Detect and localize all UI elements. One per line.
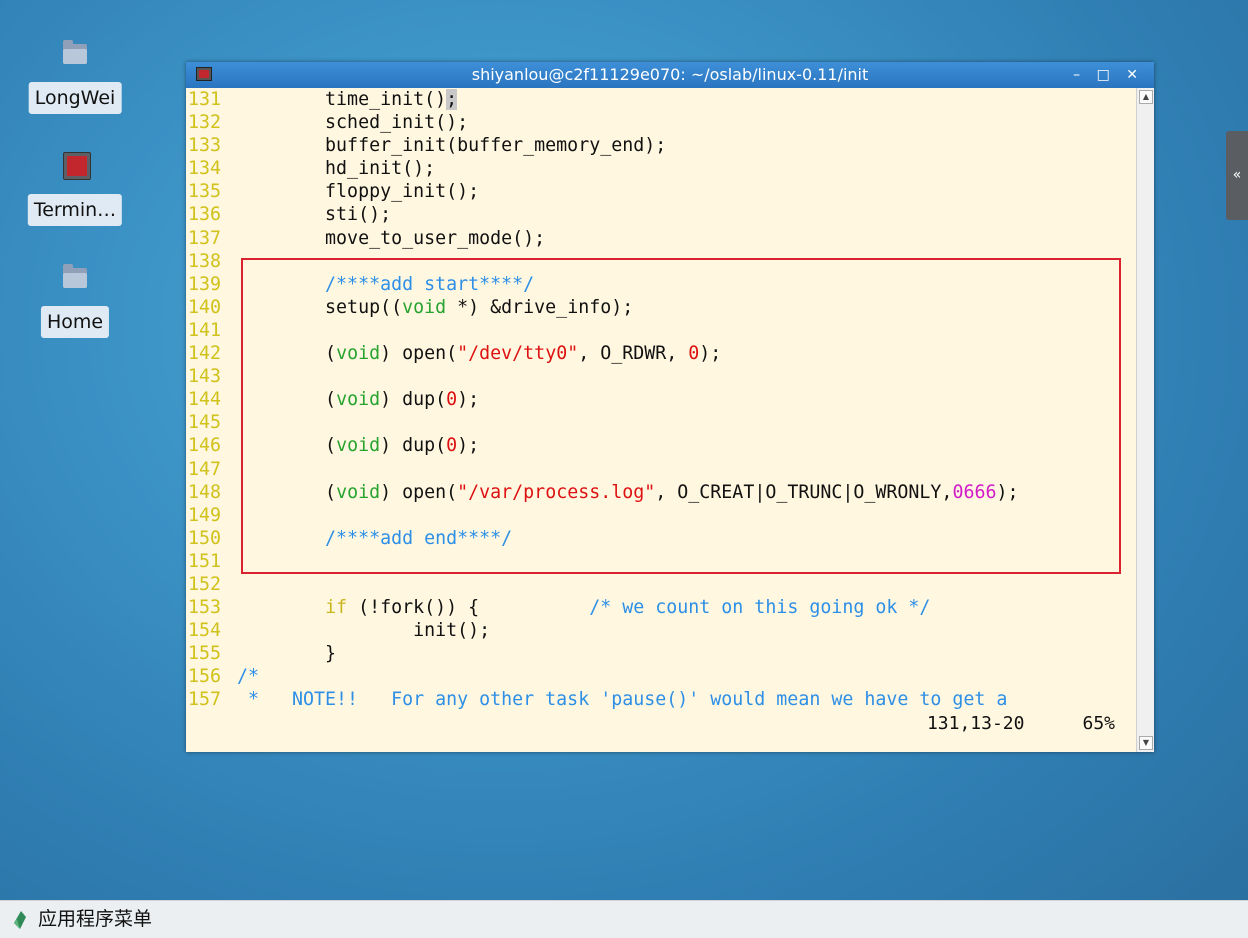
line-number: 139 [188,273,222,295]
line-text: sched_init(); [237,112,469,134]
line-text: floppy_init(); [237,181,480,203]
code-line[interactable]: 134 hd_init(); [186,157,1136,180]
code-line[interactable]: 156 /* [186,665,1136,688]
code-line[interactable]: 155 } [186,642,1136,665]
line-number: 150 [188,527,222,549]
code-line[interactable]: 152 [186,573,1136,596]
line-number: 133 [188,135,222,157]
line-text: hd_init(); [237,158,436,180]
line-number: 154 [188,620,222,642]
line-text: } [237,643,337,665]
close-button[interactable]: ✕ [1126,67,1144,83]
line-number: 155 [188,643,222,665]
desktop-icon-label: LongWei [28,82,122,114]
app-menu-icon[interactable] [12,911,26,929]
code-line[interactable]: 137 move_to_user_mode(); [186,227,1136,250]
code-line[interactable]: 136 sti(); [186,203,1136,226]
line-text: /* [237,666,260,688]
line-text: time_init(); [237,89,458,110]
window-title: shiyanlou@c2f11129e070: ~/oslab/linux-0.… [471,65,869,84]
code-line[interactable]: 154 init(); [186,619,1136,642]
maximize-button[interactable]: □ [1097,67,1116,83]
line-number: 137 [188,227,222,249]
code-line[interactable]: 133 buffer_init(buffer_memory_end); [186,134,1136,157]
minimize-button[interactable]: – [1073,67,1086,83]
scroll-percent: 65% [1082,713,1115,734]
app-menu-button[interactable]: 应用程序菜单 [38,907,152,931]
code-line[interactable]: 131 time_init(); [186,88,1136,111]
scroll-up-arrow-icon[interactable]: ▲ [1139,90,1153,104]
code-line[interactable]: 157 * NOTE!! For any other task 'pause()… [186,688,1136,711]
line-number: 144 [188,389,222,411]
collapse-panel-tab[interactable]: « [1226,131,1248,220]
cursor-position: 131,13-20 [926,713,1025,734]
line-number: 134 [188,158,222,180]
line-number: 153 [188,597,222,619]
desktop-icon-label: Termin… [27,194,123,226]
code-line[interactable]: 135 floppy_init(); [186,180,1136,203]
line-number: 142 [188,343,222,365]
line-text: init(); [237,620,491,642]
code-line[interactable]: 153 if (!fork()) { /* we count on this g… [186,596,1136,619]
desktop-icon-label: Home [40,306,110,338]
scroll-down-arrow-icon[interactable]: ▼ [1139,736,1153,750]
line-number: 146 [188,435,222,457]
line-number: 138 [188,250,222,272]
terminal-icon [196,67,212,81]
line-number: 135 [188,181,222,203]
line-number: 141 [188,319,222,341]
line-number: 131 [188,89,222,110]
line-text: buffer_init(buffer_memory_end); [237,135,667,157]
window-titlebar[interactable]: shiyanlou@c2f11129e070: ~/oslab/linux-0.… [186,62,1154,88]
line-number: 151 [188,550,222,572]
terminal-icon [63,152,91,180]
line-number: 148 [188,481,222,503]
vim-ruler: 131,13-20 65% [927,713,1115,734]
taskbar: 应用程序菜单 [0,900,1248,938]
folder-icon [63,40,87,64]
line-number: 157 [188,689,222,711]
line-text: move_to_user_mode(); [237,227,546,249]
line-number: 140 [188,296,222,318]
home-folder-icon [63,264,87,288]
line-number: 136 [188,204,222,226]
line-number: 152 [188,573,222,595]
line-number: 147 [188,458,222,480]
highlight-annotation-box [241,258,1121,574]
line-number: 149 [188,504,222,526]
line-number: 145 [188,412,222,434]
vertical-scrollbar[interactable]: ▲ ▼ [1136,88,1154,752]
line-number: 143 [188,366,222,388]
line-number: 132 [188,112,222,134]
line-number: 156 [188,666,222,688]
line-text: * NOTE!! For any other task 'pause()' wo… [237,689,1008,711]
line-text: sti(); [237,204,392,226]
line-text: if (!fork()) { /* we count on this going… [325,597,931,619]
code-line[interactable]: 132 sched_init(); [186,111,1136,134]
